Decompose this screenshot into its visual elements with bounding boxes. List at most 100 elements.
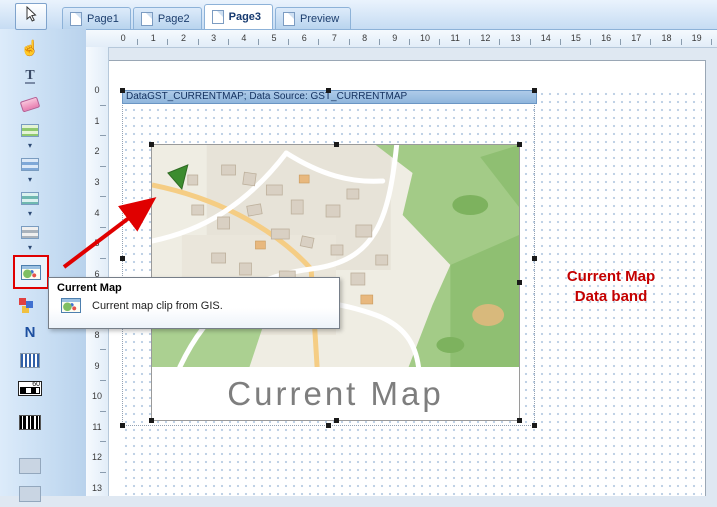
page-icon <box>212 10 224 24</box>
scale-bar-icon: 60 <box>18 381 42 396</box>
map-image <box>152 145 519 367</box>
ruler-mark: 19 <box>682 29 712 47</box>
ruler-mark: 5 <box>86 228 108 259</box>
current-map-icon <box>61 298 81 313</box>
letter-n-icon: N <box>25 324 36 341</box>
band-teal-icon <box>21 192 39 205</box>
tool-icon <box>19 486 41 502</box>
page-icon <box>141 12 153 26</box>
ruler-mark: 1 <box>138 29 168 47</box>
chevron-down-icon: ▾ <box>28 176 32 184</box>
band-handle[interactable] <box>120 256 125 261</box>
band-handle[interactable] <box>120 423 125 428</box>
chevron-down-icon: ▾ <box>28 244 32 252</box>
extra-tool-button-2[interactable] <box>15 481 45 507</box>
ruler-mark: 1 <box>86 106 108 137</box>
band-tool-dropdown-4[interactable]: ▾ <box>15 243 45 252</box>
pointer-icon <box>24 6 38 27</box>
scale-value: 60 <box>32 381 40 388</box>
scale-tool-button[interactable]: 60 <box>15 375 45 401</box>
ruler-mark: 13 <box>86 473 108 496</box>
eraser-tool-button[interactable] <box>15 91 45 117</box>
ruler-mark: 9 <box>86 350 108 381</box>
horizontal-ruler: 012345678910111213141516171819 <box>108 29 717 48</box>
ruler-mark: 4 <box>86 197 108 228</box>
band-tool-dropdown-3[interactable]: ▾ <box>15 209 45 218</box>
ruler-mark: 14 <box>531 29 561 47</box>
tab-page3[interactable]: Page3 <box>204 4 273 29</box>
annotation-line1: Current Map <box>550 267 672 287</box>
tab-page2[interactable]: Page2 <box>133 7 202 29</box>
map-caption: Current Map <box>152 367 519 420</box>
band-handle[interactable] <box>326 423 331 428</box>
current-map-icon <box>21 265 41 280</box>
barcode-tool-button[interactable] <box>15 409 45 435</box>
band-gray-icon <box>21 226 39 239</box>
ruler-mark: 17 <box>621 29 651 47</box>
ruler-mark: 3 <box>86 167 108 198</box>
band-handle[interactable] <box>120 88 125 93</box>
element-handle[interactable] <box>517 280 522 285</box>
ruler-mark: 12 <box>470 29 500 47</box>
ruler-mark: 10 <box>86 381 108 412</box>
barcode-blue-tool-button[interactable] <box>15 347 45 373</box>
band-green-icon <box>21 124 39 137</box>
element-handle[interactable] <box>334 142 339 147</box>
tooltip: Current Map Current map clip from GIS. <box>48 277 340 329</box>
band-tool-button-3[interactable] <box>15 185 45 211</box>
tab-bar: Page1 Page2 Page3 Preview <box>0 0 717 30</box>
band-handle[interactable] <box>532 88 537 93</box>
tab-page1[interactable]: Page1 <box>62 7 131 29</box>
ruler-mark: 13 <box>500 29 530 47</box>
tab-preview[interactable]: Preview <box>275 7 351 29</box>
extra-tool-button-1[interactable] <box>15 453 45 479</box>
ruler-mark: 7 <box>319 29 349 47</box>
chevron-down-icon: ▾ <box>28 210 32 218</box>
ruler-mark: 11 <box>86 412 108 443</box>
band-handle[interactable] <box>532 256 537 261</box>
ruler-mark: 15 <box>561 29 591 47</box>
ruler-mark: 3 <box>199 29 229 47</box>
text-icon: T <box>25 69 34 84</box>
ruler-mark: 9 <box>380 29 410 47</box>
band-tool-button-1[interactable] <box>15 117 45 143</box>
hand-tool-button[interactable]: ☝ <box>15 35 45 61</box>
tooltip-description: Current map clip from GIS. <box>92 300 223 312</box>
horizontal-ruler-cells: 012345678910111213141516171819 <box>108 29 712 47</box>
band-blue-icon <box>21 158 39 171</box>
band-tool-dropdown-1[interactable]: ▾ <box>15 141 45 150</box>
element-handle[interactable] <box>149 418 154 423</box>
band-handle[interactable] <box>326 88 331 93</box>
band-handle[interactable] <box>532 423 537 428</box>
text-tool-button[interactable]: T <box>15 63 45 89</box>
tab-strip: Page1 Page2 Page3 Preview <box>62 4 353 29</box>
pointer-tool-button[interactable] <box>15 3 47 30</box>
ruler-mark: 2 <box>168 29 198 47</box>
style-tool-button[interactable] <box>15 291 45 317</box>
style-palette-icon <box>19 298 26 305</box>
tab-label: Page3 <box>229 11 261 23</box>
element-handle[interactable] <box>517 142 522 147</box>
ruler-corner <box>86 29 109 47</box>
tab-label: Page2 <box>158 13 190 25</box>
ruler-mark: 18 <box>651 29 681 47</box>
tool-icon <box>19 458 41 474</box>
vertical-ruler: 012345678910111213 <box>86 47 109 496</box>
ruler-mark: 2 <box>86 136 108 167</box>
ruler-mark: 10 <box>410 29 440 47</box>
ruler-mark: 0 <box>108 29 138 47</box>
element-handle[interactable] <box>517 418 522 423</box>
ruler-mark: 11 <box>440 29 470 47</box>
ruler-mark: 8 <box>350 29 380 47</box>
annotation-text: Current Map Data band <box>550 267 672 307</box>
band-tool-dropdown-2[interactable]: ▾ <box>15 175 45 184</box>
element-handle[interactable] <box>149 142 154 147</box>
ruler-mark: 12 <box>86 442 108 473</box>
current-map-tool-button[interactable] <box>13 255 49 289</box>
ruler-mark: 4 <box>229 29 259 47</box>
band-tool-button-2[interactable] <box>15 151 45 177</box>
band-tool-button-4[interactable] <box>15 219 45 245</box>
tab-label: Preview <box>300 13 339 25</box>
element-handle[interactable] <box>334 418 339 423</box>
text-n-tool-button[interactable]: N <box>15 319 45 345</box>
